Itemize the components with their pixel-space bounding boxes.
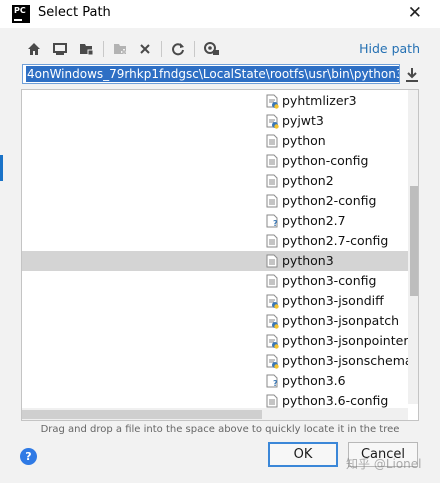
tree-row-label: python3 xyxy=(282,253,334,268)
tree-row[interactable]: python3-jsonpatch xyxy=(22,311,418,331)
pycharm-logo-icon: PC xyxy=(12,5,30,23)
app-icon-text: PC xyxy=(14,6,26,15)
tree-row-label: python2-config xyxy=(282,193,377,208)
ok-button[interactable]: OK xyxy=(268,442,338,467)
tree-row-label: pyjwt3 xyxy=(282,113,324,128)
horizontal-scrollbar-thumb[interactable] xyxy=(22,410,262,419)
svg-text:?: ? xyxy=(273,379,278,388)
python-script-icon xyxy=(266,114,280,129)
new-folder-icon[interactable] xyxy=(110,38,130,60)
download-icon[interactable] xyxy=(404,66,420,84)
tree-row-label: python3-jsondiff xyxy=(282,293,384,308)
vertical-scrollbar-thumb[interactable] xyxy=(410,186,418,296)
path-input-value[interactable]: 4onWindows_79rhkp1fndgsc\LocalState\root… xyxy=(26,66,399,82)
tree-row-label: python3-jsonpointer xyxy=(282,333,409,348)
home-icon[interactable] xyxy=(24,38,44,60)
file-icon xyxy=(266,254,280,269)
tree-row[interactable]: python2.7-config xyxy=(22,231,418,251)
tree-row[interactable]: ? python2.7 xyxy=(22,211,418,231)
python-script-icon xyxy=(266,94,280,109)
tree-row[interactable]: python2 xyxy=(22,171,418,191)
tree-row-label: python3-config xyxy=(282,273,377,288)
toolbar-separator xyxy=(194,41,195,57)
file-icon xyxy=(266,154,280,169)
toolbar-separator xyxy=(161,41,162,57)
file-tree[interactable]: pyhtmlizer3 pyjwt3 python python-config pyth… xyxy=(21,89,419,421)
project-folder-icon[interactable] xyxy=(76,38,96,60)
python-script-icon xyxy=(266,314,280,329)
tree-row-label: python3-jsonpatch xyxy=(282,313,400,328)
tree-row-selected[interactable]: python3 xyxy=(22,251,418,271)
background-window-edge xyxy=(0,155,3,181)
show-hidden-icon[interactable] xyxy=(202,38,222,60)
tree-row[interactable]: pyhtmlizer3 xyxy=(22,91,418,111)
window-title: Select Path xyxy=(38,5,111,20)
file-icon xyxy=(266,394,280,409)
file-icon xyxy=(266,134,280,149)
file-icon xyxy=(266,174,280,189)
delete-icon[interactable] xyxy=(135,38,155,60)
tree-row[interactable]: python3-jsonpointer xyxy=(22,331,418,351)
unknown-file-icon: ? xyxy=(266,214,280,229)
tree-row-label: python-config xyxy=(282,153,369,168)
tree-row[interactable]: python3-jsonschema xyxy=(22,351,418,371)
refresh-icon[interactable] xyxy=(168,38,188,60)
close-icon[interactable]: ✕ xyxy=(408,3,422,23)
python-script-icon xyxy=(266,294,280,309)
tree-row-label: python xyxy=(282,133,326,148)
tree-row-label: python2 xyxy=(282,173,334,188)
unknown-file-icon: ? xyxy=(266,374,280,389)
tree-row[interactable]: pyjwt3 xyxy=(22,111,418,131)
tree-row-label: pyhtmlizer3 xyxy=(282,93,357,108)
toolbar-separator xyxy=(103,41,104,57)
file-icon xyxy=(266,274,280,289)
svg-text:?: ? xyxy=(273,219,278,228)
tree-row[interactable]: python2-config xyxy=(22,191,418,211)
tree-row[interactable]: python xyxy=(22,131,418,151)
tree-row-label: python2.7-config xyxy=(282,233,389,248)
title-bar: PC Select Path ✕ xyxy=(0,0,440,28)
drag-drop-hint: Drag and drop a file into the space abov… xyxy=(40,424,400,435)
tree-row-label: python3-jsonschema xyxy=(282,353,413,368)
path-input[interactable]: 4onWindows_79rhkp1fndgsc\LocalState\root… xyxy=(22,64,400,84)
tree-row[interactable]: python3-jsondiff xyxy=(22,291,418,311)
tree-row-label: python3.6-config xyxy=(282,393,389,408)
hide-path-link[interactable]: Hide path xyxy=(359,41,420,56)
tree-row-label: python2.7 xyxy=(282,213,346,228)
tree-row[interactable]: python-config xyxy=(22,151,418,171)
file-icon xyxy=(266,234,280,249)
desktop-icon[interactable] xyxy=(50,38,70,60)
tree-row-label: python3.6 xyxy=(282,373,346,388)
help-button[interactable]: ? xyxy=(20,448,37,465)
python-script-icon xyxy=(266,334,280,349)
python-script-icon xyxy=(266,354,280,369)
file-icon xyxy=(266,194,280,209)
tree-row[interactable]: ? python3.6 xyxy=(22,371,418,391)
watermark: 知乎 @Lionel xyxy=(346,457,422,471)
tree-row[interactable]: python3-config xyxy=(22,271,418,291)
